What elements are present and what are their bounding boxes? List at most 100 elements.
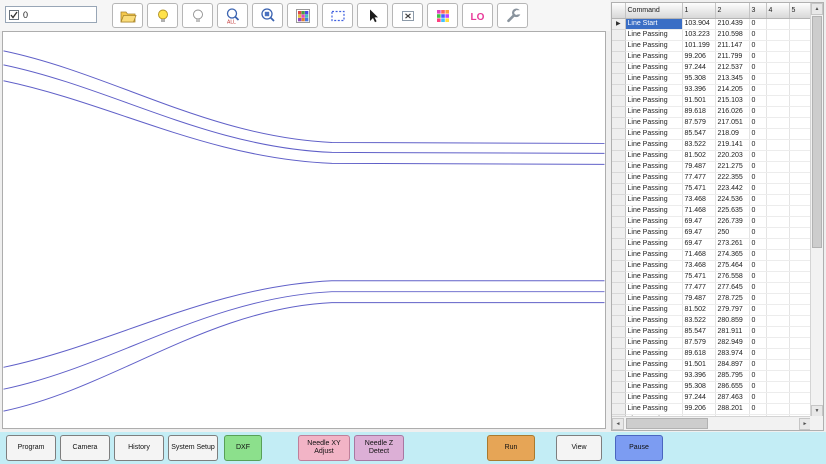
value-cell[interactable] <box>789 84 811 95</box>
value-cell[interactable]: 0 <box>749 315 766 326</box>
value-cell[interactable]: 0 <box>749 337 766 348</box>
value-cell[interactable] <box>766 183 789 194</box>
command-cell[interactable]: Line Passing <box>625 381 682 392</box>
command-cell[interactable]: Line Passing <box>625 216 682 227</box>
value-cell[interactable] <box>789 238 811 249</box>
command-cell[interactable]: Line Passing <box>625 359 682 370</box>
scroll-left-icon[interactable]: ◄ <box>612 418 624 430</box>
value-cell[interactable]: 0 <box>749 161 766 172</box>
value-cell[interactable]: 278.725 <box>715 293 749 304</box>
value-cell[interactable]: 0 <box>749 392 766 403</box>
value-cell[interactable] <box>789 106 811 117</box>
lq-button[interactable]: LO <box>462 3 493 28</box>
table-row[interactable]: Line Passing93.396285.7950 <box>612 370 811 381</box>
row-selector[interactable] <box>612 183 625 194</box>
value-cell[interactable] <box>766 128 789 139</box>
value-cell[interactable] <box>766 315 789 326</box>
row-selector[interactable] <box>612 282 625 293</box>
table-row[interactable]: Line Passing99.206211.7990 <box>612 51 811 62</box>
value-cell[interactable]: 220.203 <box>715 150 749 161</box>
row-selector[interactable] <box>612 172 625 183</box>
value-cell[interactable] <box>789 359 811 370</box>
value-cell[interactable]: 250 <box>715 227 749 238</box>
value-cell[interactable]: 0 <box>749 84 766 95</box>
command-cell[interactable]: Line Passing <box>625 194 682 205</box>
value-cell[interactable]: 217.051 <box>715 117 749 128</box>
value-cell[interactable]: 77.477 <box>682 282 715 293</box>
value-cell[interactable]: 0 <box>749 348 766 359</box>
value-cell[interactable]: 0 <box>749 40 766 51</box>
value-cell[interactable]: 0 <box>749 370 766 381</box>
row-selector[interactable] <box>612 106 625 117</box>
value-cell[interactable]: 0 <box>749 18 766 29</box>
value-cell[interactable]: 93.396 <box>682 84 715 95</box>
value-cell[interactable] <box>789 51 811 62</box>
column-header-command[interactable]: Command <box>625 3 682 18</box>
value-cell[interactable] <box>789 150 811 161</box>
program-button[interactable]: Program <box>6 435 56 461</box>
row-selector[interactable]: ▶ <box>612 18 625 29</box>
value-cell[interactable]: 281.911 <box>715 326 749 337</box>
row-selector[interactable] <box>612 73 625 84</box>
value-cell[interactable]: 273.261 <box>715 238 749 249</box>
command-cell[interactable]: Line Passing <box>625 161 682 172</box>
value-cell[interactable] <box>766 205 789 216</box>
value-cell[interactable]: 213.345 <box>715 73 749 84</box>
value-cell[interactable]: 0 <box>749 117 766 128</box>
value-cell[interactable]: 103.904 <box>682 18 715 29</box>
value-cell[interactable]: 0 <box>749 403 766 414</box>
table-row[interactable]: Line Passing97.244212.5370 <box>612 62 811 73</box>
value-cell[interactable]: 87.579 <box>682 117 715 128</box>
row-selector[interactable] <box>612 84 625 95</box>
value-cell[interactable]: 226.739 <box>715 216 749 227</box>
value-cell[interactable] <box>766 337 789 348</box>
value-cell[interactable] <box>789 293 811 304</box>
value-cell[interactable]: 211.799 <box>715 51 749 62</box>
value-cell[interactable]: 275.464 <box>715 260 749 271</box>
value-cell[interactable]: 0 <box>749 205 766 216</box>
command-grid[interactable]: Command 1 2 3 4 5 ▶Line Start103.904210.… <box>612 3 811 417</box>
value-cell[interactable] <box>789 326 811 337</box>
value-cell[interactable]: 210.598 <box>715 29 749 40</box>
row-selector[interactable] <box>612 337 625 348</box>
value-cell[interactable] <box>789 304 811 315</box>
vertical-scroll-thumb[interactable] <box>812 16 822 248</box>
table-row[interactable]: Line Passing71.468274.3650 <box>612 249 811 260</box>
table-row[interactable]: Line Passing81.502279.7970 <box>612 304 811 315</box>
row-selector[interactable] <box>612 227 625 238</box>
horizontal-scrollbar[interactable]: ◄ ► <box>612 416 811 430</box>
value-cell[interactable] <box>766 29 789 40</box>
value-cell[interactable]: 89.618 <box>682 348 715 359</box>
value-cell[interactable]: 224.536 <box>715 194 749 205</box>
bitmap-button[interactable] <box>287 3 318 28</box>
column-header-4[interactable]: 4 <box>766 3 789 18</box>
value-cell[interactable] <box>789 370 811 381</box>
row-selector[interactable] <box>612 117 625 128</box>
selector-column-header[interactable] <box>612 3 625 18</box>
value-cell[interactable] <box>789 348 811 359</box>
value-cell[interactable]: 73.468 <box>682 194 715 205</box>
value-cell[interactable] <box>789 128 811 139</box>
value-cell[interactable]: 0 <box>749 216 766 227</box>
value-cell[interactable]: 0 <box>749 62 766 73</box>
value-cell[interactable]: 223.442 <box>715 183 749 194</box>
value-cell[interactable] <box>789 183 811 194</box>
value-cell[interactable]: 79.487 <box>682 293 715 304</box>
value-cell[interactable] <box>789 315 811 326</box>
coord-input[interactable]: 0 <box>5 6 97 23</box>
value-cell[interactable] <box>789 40 811 51</box>
value-cell[interactable] <box>789 260 811 271</box>
table-row[interactable]: Line Passing87.579282.9490 <box>612 337 811 348</box>
command-cell[interactable]: Line Passing <box>625 370 682 381</box>
value-cell[interactable]: 216.026 <box>715 106 749 117</box>
value-cell[interactable]: 285.795 <box>715 370 749 381</box>
row-selector[interactable] <box>612 139 625 150</box>
row-selector[interactable] <box>612 40 625 51</box>
value-cell[interactable]: 91.501 <box>682 95 715 106</box>
value-cell[interactable]: 219.141 <box>715 139 749 150</box>
table-row[interactable]: Line Passing89.618216.0260 <box>612 106 811 117</box>
value-cell[interactable]: 83.522 <box>682 139 715 150</box>
value-cell[interactable] <box>766 84 789 95</box>
value-cell[interactable]: 282.949 <box>715 337 749 348</box>
value-cell[interactable] <box>766 161 789 172</box>
